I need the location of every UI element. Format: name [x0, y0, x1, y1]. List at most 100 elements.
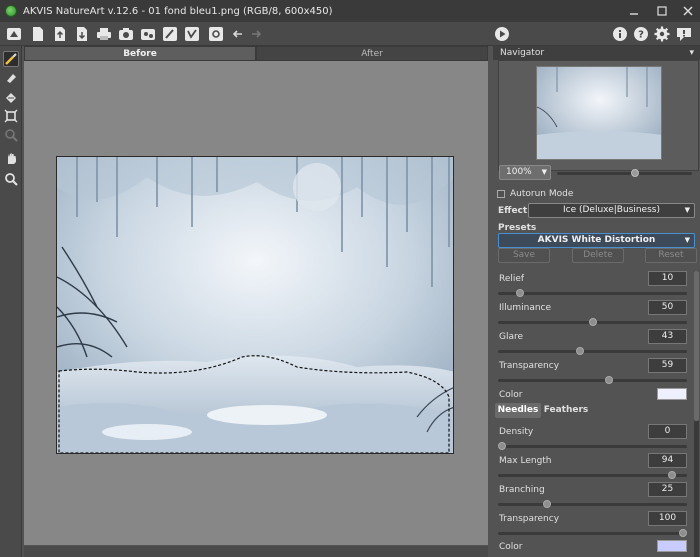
- needle-slider[interactable]: [498, 500, 687, 508]
- param-slider-handle[interactable]: [516, 289, 524, 297]
- navigator-thumbnail[interactable]: [536, 66, 662, 160]
- zoom-dropdown[interactable]: 100% ▼: [499, 165, 551, 180]
- delete-preset-button[interactable]: Delete: [572, 248, 624, 263]
- image-canvas[interactable]: [24, 61, 488, 545]
- param-value-field[interactable]: 43: [648, 329, 687, 344]
- navigator-header: Navigator ▾: [493, 46, 700, 60]
- app-window: AKVIS NatureArt v.12.6 - 01 fond bleu1.p…: [0, 0, 700, 557]
- info-button[interactable]: [612, 26, 628, 42]
- zoom-tool[interactable]: [3, 171, 19, 187]
- share-button[interactable]: [140, 26, 156, 42]
- notification-button[interactable]: [676, 26, 692, 42]
- needle-value-field[interactable]: 100: [648, 511, 687, 526]
- navigator-preview[interactable]: [498, 60, 699, 171]
- panel-scrollbar[interactable]: [694, 271, 699, 557]
- history-brush-tool[interactable]: [3, 127, 19, 143]
- presets-label: Presets: [498, 223, 537, 233]
- redo-button[interactable]: [248, 26, 264, 42]
- settings-panel: Navigator ▾ 100% ▼ Autorun Mode Effect: …: [493, 46, 700, 557]
- param-slider-handle[interactable]: [605, 376, 613, 384]
- needle-label: Max Length: [499, 456, 552, 466]
- preset-dropdown[interactable]: AKVIS White Distortion ▼: [498, 233, 695, 248]
- zoom-slider[interactable]: [557, 169, 692, 177]
- needle-value-field[interactable]: 25: [648, 482, 687, 497]
- settings-gear-button[interactable]: [208, 26, 224, 42]
- crop-tool[interactable]: [3, 108, 19, 124]
- new-document-button[interactable]: [30, 26, 46, 42]
- param-value-field[interactable]: 10: [648, 271, 687, 286]
- param-value-field[interactable]: 59: [648, 358, 687, 373]
- effect-brush-tool[interactable]: [3, 51, 19, 67]
- effect-label: Effect:: [498, 206, 531, 216]
- fill-icon: [6, 93, 16, 103]
- needle-slider-handle[interactable]: [668, 471, 676, 479]
- winter-image[interactable]: [56, 156, 454, 454]
- param-slider[interactable]: [498, 347, 687, 355]
- needle-color-swatch[interactable]: [657, 540, 687, 552]
- needle-slider-handle[interactable]: [498, 442, 506, 450]
- zoom-icon: [5, 173, 18, 186]
- close-icon: [683, 6, 693, 16]
- batch-button[interactable]: [118, 26, 134, 42]
- needle-slider-handle[interactable]: [543, 500, 551, 508]
- needle-label: Branching: [499, 485, 545, 495]
- open-button[interactable]: [52, 26, 68, 42]
- maximize-button[interactable]: [648, 0, 676, 22]
- stamp-button[interactable]: [184, 26, 200, 42]
- settings-gear-icon: [209, 27, 223, 41]
- stamp-icon: [185, 27, 199, 41]
- share-icon: [141, 29, 155, 40]
- minimize-button[interactable]: [620, 0, 648, 22]
- effect-brush-icon: [5, 53, 17, 65]
- print-button[interactable]: [96, 26, 112, 42]
- run-button[interactable]: [494, 26, 510, 42]
- batch-icon: [119, 28, 133, 40]
- needle-slider[interactable]: [498, 471, 687, 479]
- param-value-field[interactable]: 50: [648, 300, 687, 315]
- title-bar: AKVIS NatureArt v.12.6 - 01 fond bleu1.p…: [0, 0, 700, 22]
- param-slider-handle[interactable]: [576, 347, 584, 355]
- param-label: Illuminance: [499, 303, 552, 313]
- effect-dropdown[interactable]: Ice (Deluxe|Business) ▼: [528, 203, 695, 218]
- preferences-button[interactable]: [654, 26, 670, 42]
- close-button[interactable]: [674, 0, 700, 22]
- main-toolbar: ?: [0, 22, 700, 46]
- horizontal-scrollbar[interactable]: [24, 546, 488, 557]
- zoom-slider-handle[interactable]: [631, 169, 639, 177]
- help-button[interactable]: ?: [633, 26, 649, 42]
- param-slider[interactable]: [498, 318, 687, 326]
- needle-slider[interactable]: [498, 442, 687, 450]
- color-swatch[interactable]: [657, 388, 687, 400]
- needle-value-field[interactable]: 94: [648, 453, 687, 468]
- effect-value: Ice (Deluxe|Business): [562, 205, 660, 215]
- autorun-label: Autorun Mode: [510, 189, 574, 199]
- param-slider-handle[interactable]: [589, 318, 597, 326]
- tab-after[interactable]: After: [256, 46, 488, 61]
- tab-needles[interactable]: Needles: [495, 403, 541, 418]
- tab-before[interactable]: Before: [24, 46, 256, 61]
- app-logo-icon: [5, 5, 17, 17]
- tab-feathers[interactable]: Feathers: [543, 403, 589, 418]
- redo-arrow-icon: [252, 30, 262, 38]
- chevron-down-icon: ▼: [684, 206, 690, 214]
- needle-slider-handle[interactable]: [679, 529, 687, 537]
- needle-value-field[interactable]: 0: [648, 424, 687, 439]
- panel-scrollbar-thumb[interactable]: [694, 271, 699, 421]
- eraser-tool[interactable]: [3, 70, 19, 86]
- window-title: AKVIS NatureArt v.12.6 - 01 fond bleu1.p…: [23, 5, 333, 17]
- param-slider[interactable]: [498, 376, 687, 384]
- fill-tool[interactable]: [3, 89, 19, 105]
- undo-button[interactable]: [230, 26, 246, 42]
- save-preset-button[interactable]: Save: [498, 248, 550, 263]
- brush-settings-button[interactable]: [162, 26, 178, 42]
- save-button[interactable]: [74, 26, 90, 42]
- new-document-icon: [33, 27, 43, 41]
- home-button[interactable]: [6, 26, 22, 42]
- hand-tool[interactable]: [3, 150, 19, 166]
- param-slider[interactable]: [498, 289, 687, 297]
- autorun-checkbox[interactable]: [497, 190, 505, 198]
- reset-preset-button[interactable]: Reset: [645, 248, 697, 263]
- minimize-icon: [630, 13, 638, 15]
- needle-slider[interactable]: [498, 529, 687, 537]
- collapse-arrow-icon[interactable]: ▾: [689, 46, 694, 60]
